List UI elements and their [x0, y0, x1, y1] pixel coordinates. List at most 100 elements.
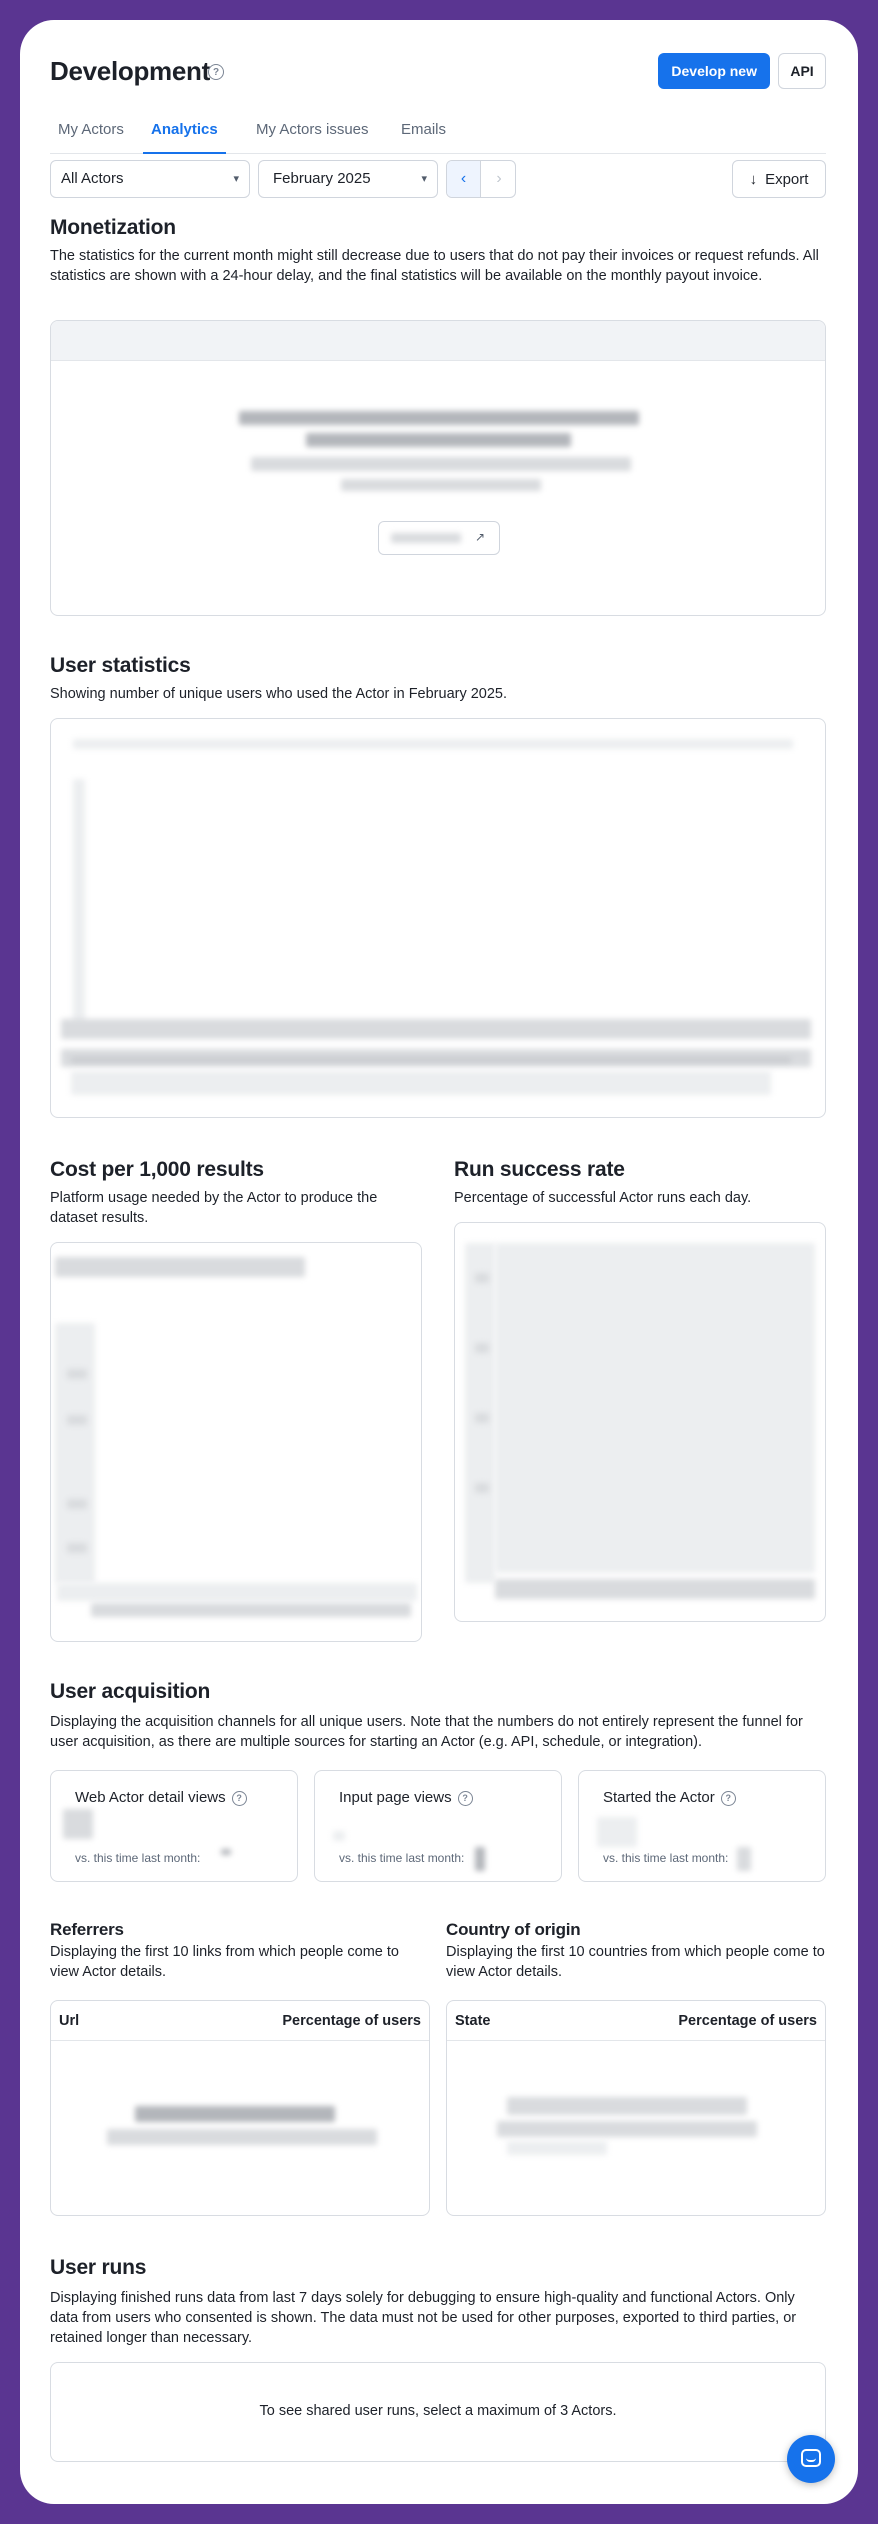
redacted-chart-data — [61, 1019, 811, 1039]
monetization-title: Monetization — [50, 216, 176, 239]
redacted-row — [507, 2097, 747, 2115]
help-icon[interactable]: ? — [720, 1790, 736, 1806]
help-icon[interactable]: ? — [231, 1790, 247, 1806]
redacted-tick — [475, 1413, 489, 1423]
metric-card-web-detail-views: Web Actor detail views? vs. this time la… — [50, 1770, 298, 1882]
redacted-chart-gridline — [73, 739, 793, 749]
metric-comparison: vs. this time last month: — [75, 1851, 201, 1865]
acquisition-title: User acquisition — [50, 1680, 211, 1703]
column-header-state[interactable]: State — [455, 2001, 490, 2041]
referrers-title: Referrers — [50, 1920, 124, 1939]
metric-comparison: vs. this time last month: — [339, 1851, 465, 1865]
month-pager: ‹ › — [446, 160, 516, 198]
metric-label: Web Actor detail views? — [75, 1789, 247, 1806]
redacted-axis-labels — [91, 1603, 411, 1617]
redacted-text — [251, 457, 631, 471]
user-runs-panel: To see shared user runs, select a maximu… — [50, 2362, 826, 2462]
referrers-description: Displaying the first 10 links from which… — [50, 1944, 399, 1980]
country-description: Displaying the first 10 countries from w… — [446, 1944, 825, 1980]
metric-card-input-page-views: Input page views? vs. this time last mon… — [314, 1770, 562, 1882]
metric-label: Started the Actor? — [603, 1789, 736, 1806]
previous-month-button[interactable]: ‹ — [447, 161, 481, 197]
redacted-chart-data — [71, 1057, 791, 1063]
redacted-tick — [67, 1499, 87, 1509]
redacted-tick — [67, 1369, 87, 1379]
chevron-down-icon: ▾ — [421, 173, 427, 185]
redacted-axis-labels — [71, 1071, 771, 1095]
actors-select[interactable]: All Actors ▾ — [50, 160, 250, 198]
user-runs-title: User runs — [50, 2256, 147, 2279]
success-description: Percentage of successful Actor runs each… — [454, 1190, 752, 1206]
external-link-icon: ↗ — [475, 530, 486, 544]
column-header-percentage[interactable]: Percentage of users — [678, 2001, 817, 2041]
monetization-card: ↗ — [50, 320, 826, 616]
monetization-description: The statistics for the current month mig… — [50, 248, 819, 284]
redacted-text — [239, 411, 639, 425]
api-button[interactable]: API — [778, 53, 826, 89]
redacted-row — [135, 2106, 335, 2122]
download-icon: ↓ — [749, 170, 758, 188]
country-table: State Percentage of users — [446, 2000, 826, 2216]
redacted-axis-labels — [495, 1579, 815, 1599]
user-statistics-title: User statistics — [50, 654, 191, 677]
redacted-row — [497, 2121, 757, 2137]
app-window: Development ? Develop new API My Actors … — [20, 20, 858, 2504]
tab-my-actors[interactable]: My Actors — [50, 104, 132, 154]
column-header-url[interactable]: Url — [59, 2001, 79, 2041]
chevron-down-icon: ▾ — [233, 173, 239, 185]
user-statistics-chart — [50, 718, 826, 1118]
metric-label: Input page views? — [339, 1789, 473, 1806]
redacted-text — [391, 533, 461, 543]
month-select[interactable]: February 2025 ▾ — [258, 160, 438, 198]
cost-description: Platform usage needed by the Actor to pr… — [50, 1190, 378, 1226]
help-icon[interactable]: ? — [208, 64, 224, 80]
success-chart — [454, 1222, 826, 1622]
tab-analytics[interactable]: Analytics — [143, 104, 226, 154]
redacted-text — [341, 479, 541, 491]
referrers-table: Url Percentage of users — [50, 2000, 430, 2216]
redacted-link-button[interactable]: ↗ — [378, 521, 500, 555]
export-label: Export — [765, 170, 809, 188]
help-icon[interactable]: ? — [457, 1790, 473, 1806]
redacted-chart-data — [495, 1243, 815, 1573]
redacted-metric-value — [63, 1809, 93, 1839]
acquisition-description: Displaying the acquisition channels for … — [50, 1714, 803, 1750]
filter-toolbar: All Actors ▾ February 2025 ▾ ‹ › ↓ Export — [50, 160, 826, 198]
user-statistics-description: Showing number of unique users who used … — [50, 686, 508, 702]
redacted-metric-value — [597, 1817, 637, 1847]
user-runs-description: Displaying finished runs data from last … — [50, 2290, 797, 2346]
redacted-row — [107, 2129, 377, 2145]
tab-my-actors-issues[interactable]: My Actors issues — [248, 104, 377, 154]
referrers-table-header: Url Percentage of users — [51, 2001, 429, 2041]
metric-card-started-the-actor: Started the Actor? vs. this time last mo… — [578, 1770, 826, 1882]
metric-comparison: vs. this time last month: — [603, 1851, 729, 1865]
country-table-header: State Percentage of users — [447, 2001, 825, 2041]
month-select-value: February 2025 — [273, 170, 371, 187]
cost-chart — [50, 1242, 422, 1642]
redacted-text — [306, 433, 571, 447]
redacted-chart-legend — [55, 1257, 305, 1277]
country-title: Country of origin — [446, 1920, 581, 1939]
redacted-metric-value — [333, 1831, 345, 1841]
redacted-row — [507, 2141, 607, 2155]
monetization-card-header — [51, 321, 825, 361]
actors-select-value: All Actors — [61, 170, 124, 187]
redacted-tick — [475, 1483, 489, 1493]
redacted-metric-delta — [737, 1847, 751, 1871]
column-header-percentage[interactable]: Percentage of users — [282, 2001, 421, 2041]
page-title: Development — [50, 56, 210, 86]
redacted-axis — [73, 779, 85, 1029]
export-button[interactable]: ↓ Export — [732, 160, 826, 198]
cost-title: Cost per 1,000 results — [50, 1158, 264, 1181]
tab-bar: My Actors Analytics My Actors issues Ema… — [50, 104, 826, 154]
redacted-metric-delta — [221, 1849, 231, 1855]
page-header: Development ? Develop new API — [50, 48, 826, 92]
redacted-tick — [67, 1415, 87, 1425]
next-month-button[interactable]: › — [482, 161, 515, 197]
chat-support-button[interactable] — [787, 2435, 835, 2483]
redacted-metric-delta — [475, 1847, 485, 1871]
success-title: Run success rate — [454, 1158, 625, 1181]
develop-new-button[interactable]: Develop new — [658, 53, 770, 89]
redacted-tick — [475, 1343, 489, 1353]
tab-emails[interactable]: Emails — [393, 104, 454, 154]
